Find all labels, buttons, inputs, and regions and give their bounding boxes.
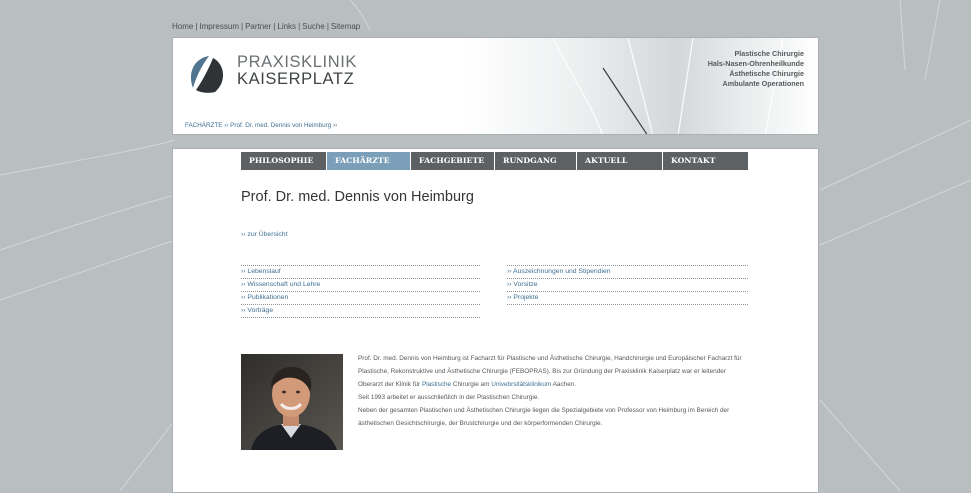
content-panel: PHILOSOPHIE FACHÄRZTE FACHGEBIETE RUNDGA… <box>172 148 819 493</box>
specialties-list: Plastische Chirurgie Hals-Nasen-Ohrenhei… <box>708 49 804 89</box>
site-header: PRAXISKLINIK KAISERPLATZ Plastische Chir… <box>172 37 819 135</box>
logo-line-2: KAISERPLATZ <box>237 70 355 88</box>
nav-philosophie[interactable]: PHILOSOPHIE <box>241 152 327 170</box>
overview-link[interactable]: ›› zur Übersicht <box>241 231 287 238</box>
breadcrumb: FACHÄRZTE ›› Prof. Dr. med. Dennis von H… <box>185 122 337 129</box>
link-plastische[interactable]: Plastische <box>422 381 451 388</box>
top-navigation: Home | Impressum | Partner | Links | Suche | Sitem… <box>172 22 360 31</box>
nav-rundgang[interactable]: RUNDGANG <box>495 152 577 170</box>
top-nav-links[interactable]: Links <box>277 22 296 31</box>
bio-paragraph: Seit 1993 arbeitet er ausschließlich in … <box>358 394 540 401</box>
link-projekte[interactable]: ›› Projekte <box>507 291 748 305</box>
link-publikationen[interactable]: ›› Publikationen <box>241 291 480 304</box>
link-vortraege[interactable]: ›› Vorträge <box>241 304 480 318</box>
specialty-item: Hals-Nasen-Ohrenheilkunde <box>707 59 804 68</box>
top-nav-home[interactable]: Home <box>172 22 193 31</box>
portrait-illustration <box>241 354 343 450</box>
bio-text: Aachen. <box>551 381 577 388</box>
bio-text: Chirurgie am <box>451 381 492 388</box>
breadcrumb-separator: ›› <box>333 122 338 129</box>
profile-links-left: ›› Lebenslauf ›› Wissenschaft und Lehre … <box>241 265 480 318</box>
main-navigation: PHILOSOPHIE FACHÄRZTE FACHGEBIETE RUNDGA… <box>241 152 748 170</box>
specialty-item: Plastische Chirurgie <box>734 49 804 58</box>
nav-kontakt[interactable]: KONTAKT <box>663 152 748 170</box>
breadcrumb-facharzte[interactable]: FACHÄRZTE <box>185 122 222 129</box>
breadcrumb-separator: ›› <box>224 122 229 129</box>
logo-line-1: PRAXISKLINIK <box>237 53 357 71</box>
top-nav-partner[interactable]: Partner <box>245 22 271 31</box>
link-auszeichnungen[interactable]: ›› Auszeichnungen und Stipendien <box>507 265 748 278</box>
top-nav-suche[interactable]: Suche <box>302 22 325 31</box>
doctor-biography: Prof. Dr. med. Dennis von Heimburg ist F… <box>358 352 750 430</box>
breadcrumb-current-page[interactable]: Prof. Dr. med. Dennis von Heimburg <box>230 122 331 129</box>
nav-fachgebiete[interactable]: FACHGEBIETE <box>411 152 495 170</box>
clinic-logo-icon <box>190 56 224 93</box>
top-nav-impressum[interactable]: Impressum <box>199 22 239 31</box>
bio-paragraph: Prof. Dr. med. Dennis von Heimburg ist F… <box>358 352 750 391</box>
specialty-item: Ästhetische Chirurgie <box>729 69 804 78</box>
profile-links-right: ›› Auszeichnungen und Stipendien ›› Vors… <box>507 265 748 305</box>
clinic-logo-wordmark[interactable]: PRAXISKLINIK KAISERPLATZ <box>237 54 357 88</box>
specialty-item: Ambulante Operationen <box>722 79 804 88</box>
link-universitaetsklinikum[interactable]: Univebrsitätsklinikum <box>491 381 551 388</box>
bio-paragraph: Neben der gesamten Plastischen und Ästhe… <box>358 407 730 427</box>
top-nav-sitemap[interactable]: Sitemap <box>331 22 360 31</box>
link-lebenslauf[interactable]: ›› Lebenslauf <box>241 265 480 278</box>
link-wissenschaft-und-lehre[interactable]: ›› Wissenschaft und Lehre <box>241 278 480 291</box>
page-title: Prof. Dr. med. Dennis von Heimburg <box>241 189 474 205</box>
link-vorsitze[interactable]: ›› Vorsitze <box>507 278 748 291</box>
nav-aktuell[interactable]: AKTUELL <box>577 152 663 170</box>
nav-facharzte[interactable]: FACHÄRZTE <box>327 152 411 170</box>
doctor-portrait <box>241 354 343 450</box>
